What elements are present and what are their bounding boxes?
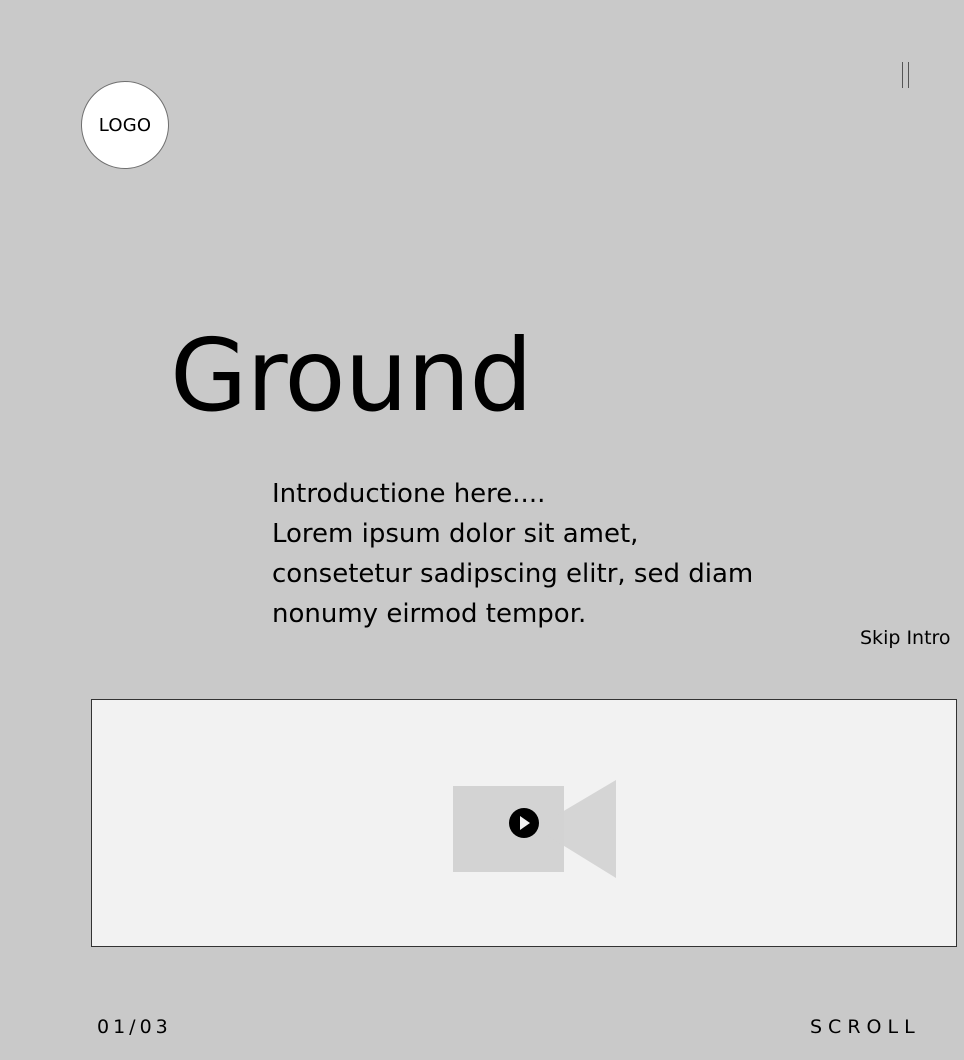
pause-icon-bar (908, 62, 909, 88)
video-camera-icon (453, 780, 616, 878)
logo[interactable]: LOGO (81, 81, 169, 169)
intro-line: consetetur sadipscing elitr, sed diam (272, 559, 754, 589)
menu-toggle-button[interactable] (896, 58, 920, 92)
intro-line: nonumy eirmod tempor. (272, 599, 587, 629)
intro-line: Lorem ipsum dolor sit amet, (272, 519, 639, 549)
logo-label: LOGO (98, 114, 152, 136)
scroll-indicator[interactable]: SCROLL (810, 1016, 921, 1038)
intro-text: Introductione here.... Lorem ipsum dolor… (272, 474, 792, 634)
slide-counter: 01/03 (97, 1016, 172, 1038)
skip-intro-link[interactable]: Skip Intro (860, 626, 951, 650)
page-title: Ground (170, 317, 533, 434)
video-player[interactable] (91, 699, 957, 947)
intro-line: Introductione here.... (272, 479, 546, 509)
play-icon[interactable] (509, 808, 539, 838)
pause-icon (902, 62, 903, 88)
